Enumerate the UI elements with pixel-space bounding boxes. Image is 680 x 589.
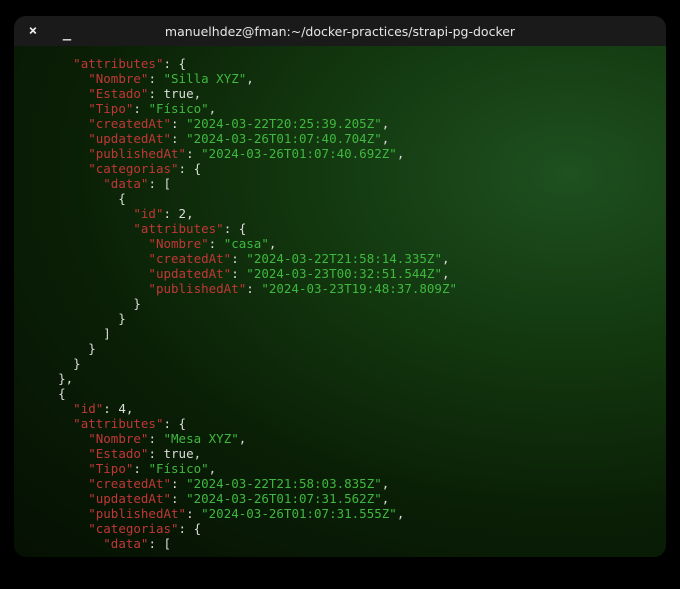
json-string: "Silla XYZ" [164,71,247,86]
close-icon[interactable]: × [24,23,42,39]
terminal-window: × _ manuelhdez@fman:~/docker-practices/s… [14,16,666,557]
json-key: "attributes" [73,416,163,431]
json-key: "data" [103,176,148,191]
json-key: "attributes" [73,56,163,71]
json-key: "categorias" [88,521,178,536]
json-key: "updatedAt" [88,491,171,506]
json-key: "Nombre" [88,431,148,446]
json-key: "createdAt" [88,116,171,131]
json-string: "Físico" [148,461,208,476]
json-key: "Tipo" [88,461,133,476]
json-key: "updatedAt" [88,131,171,146]
json-string: "2024-03-22T21:58:03.835Z" [186,476,382,491]
json-string: "2024-03-23T00:32:51.544Z" [246,266,442,281]
terminal-output[interactable]: "attributes": { "Nombre": "Silla XYZ", "… [14,46,666,557]
json-key: "categorias" [88,161,178,176]
json-key: "Estado" [88,446,148,461]
json-key: "updatedAt" [148,266,231,281]
json-string: "2024-03-26T01:07:31.555Z" [201,506,397,521]
json-key: "id" [73,401,103,416]
titlebar: × _ manuelhdez@fman:~/docker-practices/s… [14,16,666,46]
json-number: 4 [118,401,126,416]
json-bool: true [164,86,194,101]
json-key: "attributes" [133,221,223,236]
json-key: "data" [103,536,148,551]
json-string: "2024-03-22T20:25:39.205Z" [186,116,382,131]
json-string: "2024-03-26T01:07:31.562Z" [186,491,382,506]
json-number: 2 [179,206,187,221]
json-key: "publishedAt" [88,506,186,521]
window-title: manuelhdez@fman:~/docker-practices/strap… [14,24,666,39]
json-key: "Nombre" [88,71,148,86]
json-string: "2024-03-26T01:07:40.692Z" [201,146,397,161]
json-string: "2024-03-22T21:58:14.335Z" [246,251,442,266]
json-key: "publishedAt" [88,146,186,161]
json-string: "Mesa XYZ" [164,431,239,446]
json-string: "Físico" [148,101,208,116]
json-key: "Nombre" [148,236,208,251]
json-key: "createdAt" [148,251,231,266]
json-bool: true [164,446,194,461]
json-key: "id" [133,206,163,221]
minimize-icon[interactable]: _ [58,25,76,41]
json-key: "Estado" [88,86,148,101]
json-key: "createdAt" [88,476,171,491]
json-key: "publishedAt" [148,281,246,296]
json-string: "2024-03-23T19:48:37.809Z" [261,281,457,296]
json-string: "2024-03-26T01:07:40.704Z" [186,131,382,146]
json-key: "Tipo" [88,101,133,116]
json-string: "casa" [224,236,269,251]
